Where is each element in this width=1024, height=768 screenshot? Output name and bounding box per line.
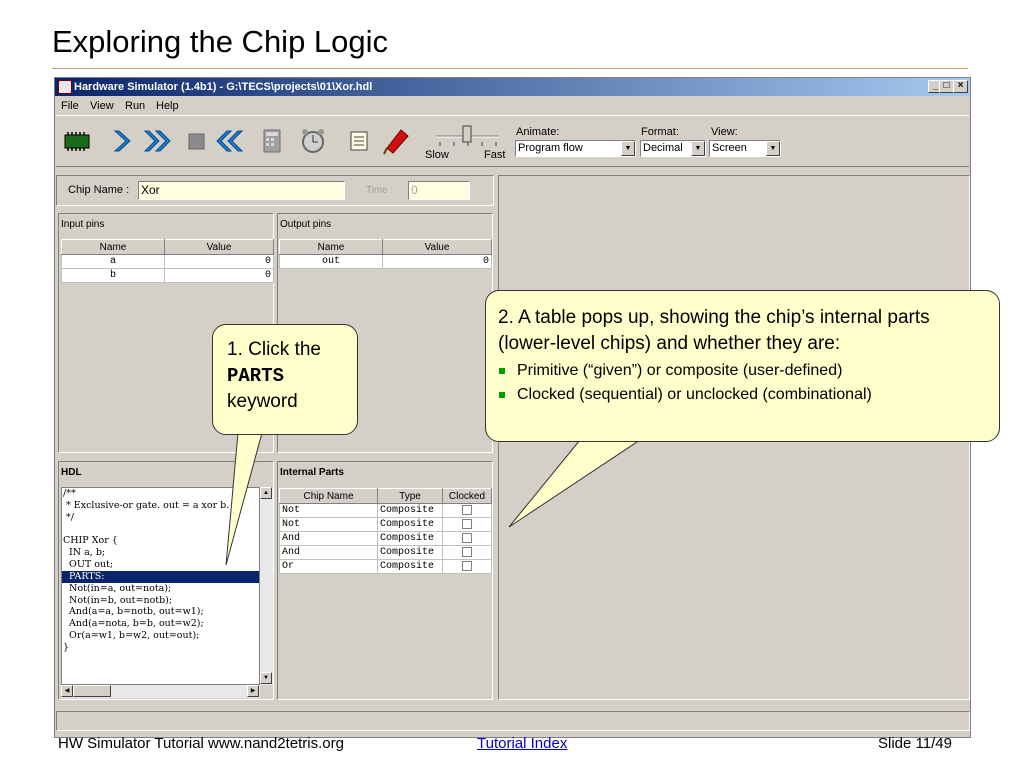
callout2-bullet: Clocked (sequential) or unclocked (combi… xyxy=(498,386,987,404)
bullet-text: Primitive (“given”) or composite (user-d… xyxy=(517,362,843,379)
callout1-line3: keyword xyxy=(227,391,298,412)
bullet-icon xyxy=(499,392,505,398)
bullet-text: Clocked (sequential) or unclocked (combi… xyxy=(517,386,872,403)
bullet-icon xyxy=(499,368,505,374)
callout2-pointer xyxy=(508,439,642,528)
tutorial-index-link[interactable]: Tutorial Index xyxy=(477,735,567,752)
callout2-text: 2. A table pops up, showing the chip’s i… xyxy=(498,307,930,354)
footer-slide-number: Slide 11/49 xyxy=(878,735,952,752)
callout-click-parts: 1. Click the PARTS keyword xyxy=(212,324,358,435)
callout1-line1: 1. Click the xyxy=(227,339,321,360)
callout2-bullet: Primitive (“given”) or composite (user-d… xyxy=(498,362,987,380)
callout-table-explanation: 2. A table pops up, showing the chip’s i… xyxy=(485,290,1000,442)
footer-left: HW Simulator Tutorial www.nand2tetris.or… xyxy=(58,735,344,752)
callout1-pointer xyxy=(225,432,263,566)
callout1-keyword: PARTS xyxy=(227,365,285,387)
